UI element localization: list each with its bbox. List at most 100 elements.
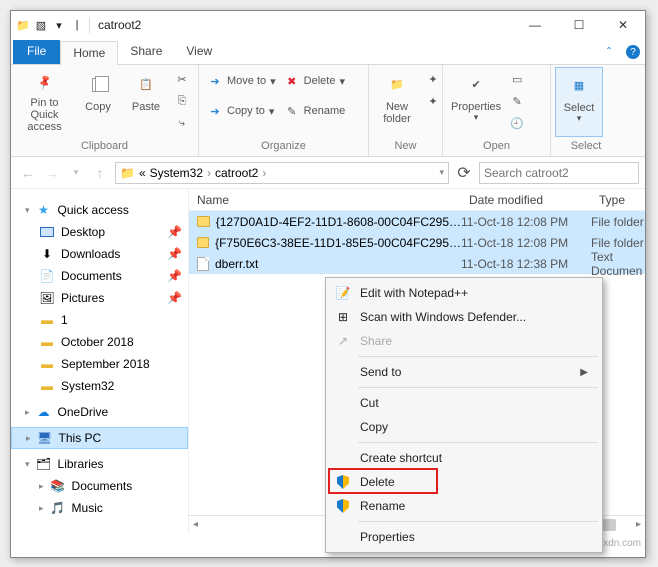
column-headers[interactable]: Name Date modified Type — [189, 189, 645, 211]
new-folder-button[interactable]: 📁 Newfolder — [373, 67, 421, 137]
ctx-rename[interactable]: Rename — [328, 494, 600, 518]
desktop-icon — [39, 224, 55, 240]
save-icon[interactable]: ▧ — [33, 17, 49, 33]
refresh-button[interactable]: ⟳ — [453, 162, 475, 184]
pin-icon: 📌 — [167, 269, 182, 283]
pin-to-quick-access-button[interactable]: 📌 Pin to Quickaccess — [15, 67, 74, 137]
ctx-scan-defender[interactable]: ⊞Scan with Windows Defender... — [328, 305, 600, 329]
collapse-ribbon-icon[interactable]: ˆ — [597, 40, 621, 64]
paste-shortcut-button[interactable]: ⤷ — [172, 113, 192, 133]
history-button[interactable]: 🕘 — [507, 113, 527, 133]
search-box[interactable] — [479, 162, 639, 184]
sidebar-item-downloads[interactable]: ⬇Downloads📌 — [11, 243, 188, 265]
recent-locations-icon[interactable]: ▾ — [65, 162, 87, 184]
pin-icon: 📌 — [167, 247, 182, 261]
ctx-properties[interactable]: Properties — [328, 525, 600, 549]
table-row[interactable]: {127D0A1D-4EF2-11D1-8608-00C04FC295… 11-… — [189, 211, 645, 232]
ctx-cut[interactable]: Cut — [328, 391, 600, 415]
table-row[interactable]: {F750E6C3-38EE-11D1-85E5-00C04FC295… 11-… — [189, 232, 645, 253]
forward-button[interactable]: → — [41, 162, 63, 184]
breadcrumb-seg[interactable]: catroot2 — [215, 166, 258, 180]
qat-dropdown-icon[interactable]: ▾ — [51, 17, 67, 33]
copy-button[interactable]: Copy — [74, 67, 122, 137]
shield-icon — [334, 473, 352, 491]
tab-home[interactable]: Home — [60, 41, 118, 65]
minimize-button[interactable]: — — [513, 11, 557, 39]
select-icon: ▦ — [565, 72, 593, 100]
chevron-down-icon[interactable]: ▾ — [25, 205, 30, 216]
scissors-icon: ✂ — [174, 71, 190, 87]
tab-share[interactable]: Share — [118, 40, 174, 64]
help-button[interactable]: ? — [621, 40, 645, 64]
context-menu: 📝Edit with Notepad++ ⊞Scan with Windows … — [325, 277, 603, 553]
select-button[interactable]: ▦ Select ▾ — [555, 67, 603, 137]
chevron-right-icon: ▶ — [580, 367, 588, 378]
ctx-share: ↗Share — [328, 329, 600, 353]
ctx-create-shortcut[interactable]: Create shortcut — [328, 446, 600, 470]
music-icon: 🎵 — [50, 500, 66, 516]
documents-icon: 📄 — [39, 268, 55, 284]
tab-file[interactable]: File — [13, 40, 60, 64]
edit-button[interactable]: ✎ — [507, 91, 527, 111]
back-button[interactable]: ← — [17, 162, 39, 184]
cut-button[interactable]: ✂ — [172, 69, 192, 89]
chevron-down-icon: ▾ — [577, 114, 582, 124]
easy-access-button[interactable]: ✦ — [423, 91, 443, 111]
sidebar-libraries[interactable]: ▾🗂Libraries — [11, 453, 188, 475]
ctx-copy[interactable]: Copy — [328, 415, 600, 439]
chevron-right-icon[interactable]: ▸ — [39, 503, 44, 514]
folder-icon: ▬ — [39, 378, 55, 394]
copy-path-button[interactable]: ⎘ — [172, 91, 192, 111]
chevron-right-icon[interactable]: ▸ — [25, 407, 30, 418]
sidebar-lib-music[interactable]: ▸🎵Music — [11, 497, 188, 519]
move-to-button[interactable]: ➔Move to ▾ — [205, 71, 278, 91]
chevron-right-icon[interactable]: ▸ — [39, 481, 44, 492]
breadcrumb-seg[interactable]: System32 — [150, 166, 203, 180]
ctx-edit-notepadpp[interactable]: 📝Edit with Notepad++ — [328, 281, 600, 305]
chevron-right-icon[interactable]: ▸ — [26, 433, 31, 444]
address-bar[interactable]: 📁 « System32 › catroot2 › ▾ — [115, 162, 449, 184]
sidebar-lib-documents[interactable]: ▸📚Documents — [11, 475, 188, 497]
tab-view[interactable]: View — [174, 40, 224, 64]
chevron-right-icon[interactable]: › — [262, 166, 266, 180]
maximize-button[interactable]: ☐ — [557, 11, 601, 39]
folder-icon: 📁 — [120, 166, 135, 180]
sidebar-item-documents[interactable]: 📄Documents📌 — [11, 265, 188, 287]
col-date[interactable]: Date modified — [461, 193, 591, 207]
scroll-right-icon[interactable]: ▸ — [636, 519, 641, 530]
navigation-pane[interactable]: ▾★Quick access Desktop📌 ⬇Downloads📌 📄Doc… — [11, 189, 189, 533]
address-dropdown-icon[interactable]: ▾ — [439, 167, 444, 178]
paste-button[interactable]: 📋 Paste — [122, 67, 170, 137]
search-input[interactable] — [484, 166, 634, 180]
pin-icon: 📌 — [26, 66, 62, 101]
sidebar-onedrive[interactable]: ▸☁OneDrive — [11, 401, 188, 423]
chevron-right-icon[interactable]: › — [207, 166, 211, 180]
copy-icon — [84, 71, 112, 99]
vertical-scrollbar[interactable] — [628, 189, 645, 515]
up-button[interactable]: ↑ — [89, 162, 111, 184]
delete-icon: ✖ — [284, 73, 300, 89]
ctx-send-to[interactable]: Send to▶ — [328, 360, 600, 384]
new-item-button[interactable]: ✦ — [423, 69, 443, 89]
rename-button[interactable]: ✎Rename — [282, 101, 348, 121]
ctx-delete[interactable]: Delete — [328, 470, 600, 494]
sidebar-this-pc[interactable]: ▸🖥This PC — [11, 427, 188, 449]
col-name[interactable]: Name — [189, 193, 461, 207]
sidebar-item-october-2018[interactable]: ▬October 2018 — [11, 331, 188, 353]
sidebar-item-system32[interactable]: ▬System32 — [11, 375, 188, 397]
delete-button[interactable]: ✖Delete ▾ — [282, 71, 348, 91]
close-button[interactable]: ✕ — [601, 11, 645, 39]
properties-button[interactable]: ✔ Properties ▾ — [447, 67, 505, 137]
sidebar-quick-access[interactable]: ▾★Quick access — [11, 199, 188, 221]
sidebar-item-september-2018[interactable]: ▬September 2018 — [11, 353, 188, 375]
scroll-left-icon[interactable]: ◂ — [193, 519, 198, 530]
table-row[interactable]: dberr.txt 11-Oct-18 12:38 PM Text Docume… — [189, 253, 645, 274]
open-button[interactable]: ▭ — [507, 69, 527, 89]
copy-to-button[interactable]: ➔Copy to ▾ — [205, 101, 278, 121]
sidebar-item-1[interactable]: ▬1 — [11, 309, 188, 331]
sidebar-item-desktop[interactable]: Desktop📌 — [11, 221, 188, 243]
pictures-icon: 🖼 — [39, 290, 55, 306]
pin-icon: 📌 — [167, 225, 182, 239]
chevron-down-icon[interactable]: ▾ — [25, 459, 30, 470]
sidebar-item-pictures[interactable]: 🖼Pictures📌 — [11, 287, 188, 309]
